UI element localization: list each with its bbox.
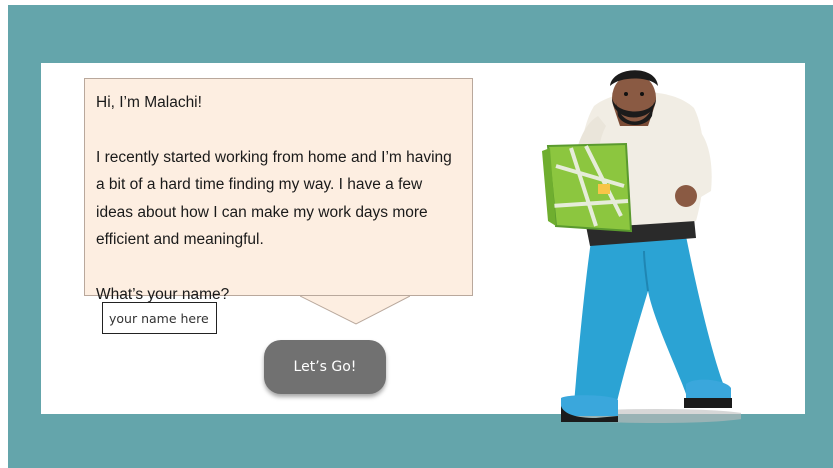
map-icon	[542, 142, 633, 233]
greeting-text: Hi, I’m Malachi!	[96, 94, 202, 111]
intro-message: I recently started working from home and…	[96, 148, 452, 249]
speech-bubble: Hi, I’m Malachi! I recently started work…	[84, 78, 473, 303]
name-input[interactable]	[102, 302, 217, 334]
character-illustration	[542, 70, 741, 423]
speech-bubble-tail	[300, 296, 410, 325]
lets-go-button[interactable]: Let’s Go!	[264, 340, 386, 394]
